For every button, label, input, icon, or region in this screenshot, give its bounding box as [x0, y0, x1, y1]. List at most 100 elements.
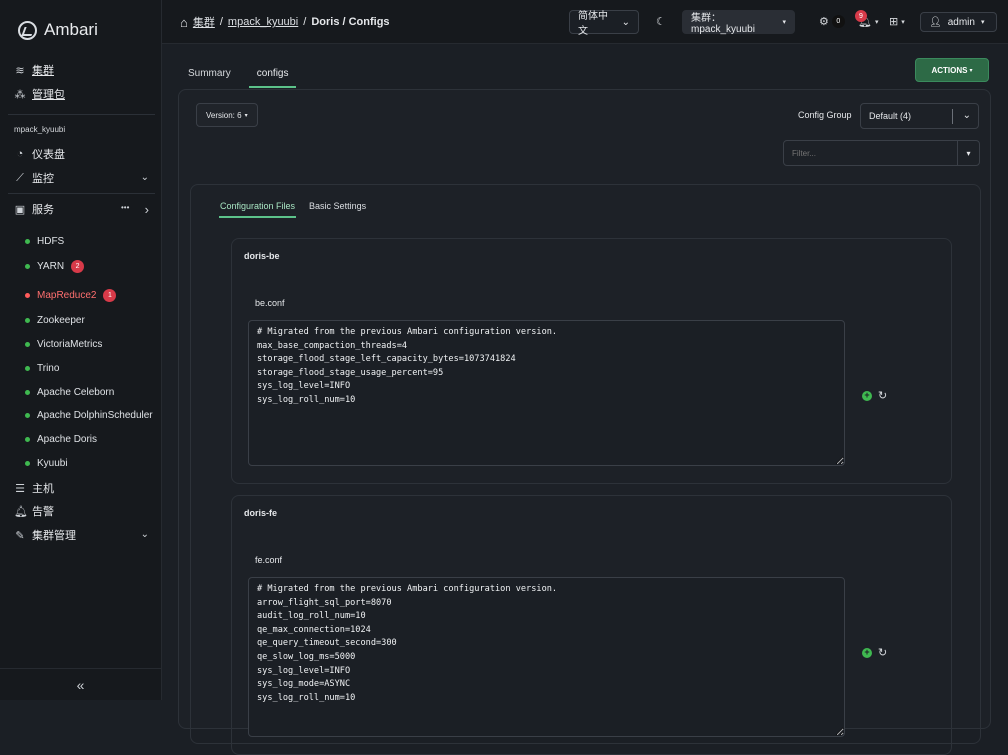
filter-dropdown-button[interactable]: ▾ — [957, 141, 979, 165]
sidebar-item-cluster-admin[interactable]: ✎ 集群管理 — [14, 526, 76, 544]
refresh-icon[interactable]: ↻ — [878, 389, 887, 402]
sidebar-item-hosts[interactable]: ☰ 主机 — [14, 479, 54, 497]
chevron-down-icon[interactable]: ⌄ — [141, 172, 149, 183]
breadcrumb-separator: / — [220, 16, 223, 28]
divider — [8, 193, 155, 194]
file-name: be.conf — [255, 298, 285, 308]
field-actions: + ↻ — [862, 646, 887, 659]
double-chevron-left-icon: « — [77, 677, 85, 693]
config-editor[interactable] — [248, 320, 845, 466]
service-item-yarn[interactable]: YARN2 — [25, 258, 84, 274]
config-editor[interactable] — [248, 577, 845, 737]
cluster-selector-value: 集群：mpack_kyuubi — [691, 9, 776, 35]
sidebar-item-dashboard[interactable]: ◔ 仪表盘 — [14, 145, 65, 163]
caret-down-icon: ▾ — [969, 67, 972, 74]
status-dot — [25, 437, 30, 442]
home-icon[interactable]: ⌂ — [180, 15, 188, 30]
sidebar-item-label: 服务 — [32, 201, 54, 217]
service-item-hdfs[interactable]: HDFS — [25, 233, 64, 249]
subtab-configuration-files[interactable]: Configuration Files — [219, 200, 296, 218]
dashboard-icon: ◔ — [14, 148, 26, 160]
config-section-doris-be: doris-be be.conf + ↻ — [231, 238, 952, 484]
gear-icon: ⚙ — [819, 15, 829, 28]
status-dot — [25, 264, 30, 269]
refresh-icon[interactable]: ↻ — [878, 646, 887, 659]
grid-icon: ⊞ — [889, 15, 898, 28]
service-item-trino[interactable]: Trino — [25, 360, 59, 376]
tab-summary[interactable]: Summary — [180, 66, 239, 88]
field-actions: + ↻ — [862, 389, 887, 402]
main-content: Summary configs ACTIONS ▾ Version: 6 ▾ C… — [162, 44, 1008, 700]
caret-down-icon: ▾ — [875, 18, 879, 26]
user-menu[interactable]: 👤︎ admin ▾ — [920, 12, 997, 32]
caret-down-icon: ▾ — [245, 112, 248, 119]
config-group-select[interactable]: Default (4) ⌄ — [860, 103, 979, 129]
config-group-value: Default (4) — [869, 111, 911, 121]
status-dot — [25, 293, 30, 298]
layers-icon: ≋ — [14, 64, 26, 77]
service-item-victoriametrics[interactable]: VictoriaMetrics — [25, 336, 102, 352]
service-item-mapreduce2[interactable]: MapReduce2 1 — [25, 287, 116, 303]
divider — [952, 109, 953, 124]
section-title: doris-be — [244, 251, 280, 261]
service-label: VictoriaMetrics — [37, 339, 102, 350]
breadcrumb-cluster[interactable]: mpack_kyuubi — [228, 16, 298, 28]
service-item-celeborn[interactable]: Apache Celeborn — [25, 384, 114, 400]
service-tabs: Summary configs — [180, 66, 296, 88]
service-item-zookeeper[interactable]: Zookeeper — [25, 312, 85, 328]
tab-configs[interactable]: configs — [249, 66, 297, 88]
cluster-name: mpack_kyuubi — [14, 125, 65, 134]
filter-group: ▾ — [783, 140, 980, 166]
brand[interactable]: Ambari — [18, 18, 98, 42]
config-files-container: Configuration Files Basic Settings doris… — [190, 184, 981, 744]
breadcrumb-clusters[interactable]: 集群 — [193, 14, 215, 30]
service-label: Trino — [37, 363, 59, 374]
status-dot — [25, 318, 30, 323]
cluster-selector[interactable]: 集群：mpack_kyuubi ▾ — [682, 10, 795, 34]
more-icon[interactable]: ••• — [121, 203, 129, 212]
background-ops-button[interactable]: ⚙ 0 — [819, 15, 845, 28]
sidebar-item-services[interactable]: ▣ 服务 — [14, 200, 54, 218]
subtab-basic-settings[interactable]: Basic Settings — [308, 200, 367, 218]
service-item-kyuubi[interactable]: Kyuubi — [25, 455, 68, 471]
sidebar-item-clusters[interactable]: ≋ 集群 — [14, 61, 54, 79]
chevron-down-icon[interactable]: ⌄ — [141, 529, 149, 540]
theme-toggle-icon[interactable]: ☾ — [656, 15, 666, 28]
ambari-logo-icon — [18, 21, 37, 40]
sidebar-item-alerts[interactable]: 🔔︎ 告警 — [14, 502, 54, 520]
actions-label: ACTIONS — [931, 66, 967, 75]
service-item-dolphinscheduler[interactable]: Apache DolphinScheduler — [25, 407, 153, 423]
divider — [8, 114, 155, 115]
actions-button[interactable]: ACTIONS ▾ — [915, 58, 989, 82]
sidebar-item-label: 主机 — [32, 480, 54, 496]
language-select[interactable]: 简体中文 ⌄ — [569, 10, 639, 34]
topbar: ⌂ 集群 / mpack_kyuubi / Doris / Configs 简体… — [162, 0, 1008, 44]
alerts-button[interactable]: 🔔︎9 ▾ — [858, 15, 878, 28]
language-value: 简体中文 — [578, 7, 616, 37]
status-dot — [25, 342, 30, 347]
breadcrumb-separator: / — [303, 16, 306, 28]
add-override-icon[interactable]: + — [862, 648, 872, 658]
config-subtabs: Configuration Files Basic Settings — [219, 200, 367, 218]
filter-input[interactable] — [784, 149, 959, 158]
user-name: admin — [948, 17, 975, 28]
service-label: Zookeeper — [37, 315, 85, 326]
service-label: YARN — [37, 261, 64, 272]
add-override-icon[interactable]: + — [862, 391, 872, 401]
config-section-doris-fe: doris-fe fe.conf + ↻ — [231, 495, 952, 755]
apps-menu-button[interactable]: ⊞ ▾ — [889, 15, 905, 28]
service-label: MapReduce2 — [37, 290, 96, 301]
sidebar-item-mpacks[interactable]: ⁂ 管理包 — [14, 85, 65, 103]
collapse-sidebar-button[interactable]: « — [0, 668, 161, 700]
sidebar-item-monitoring[interactable]: ⟋ 监控 — [14, 169, 54, 187]
sidebar: Ambari ≋ 集群 ⁂ 管理包 mpack_kyuubi ◔ 仪表盘 ⟋ 监… — [0, 0, 162, 700]
service-label: Apache DolphinScheduler — [37, 410, 153, 421]
version-select[interactable]: Version: 6 ▾ — [196, 103, 258, 127]
service-item-doris[interactable]: Apache Doris — [25, 431, 97, 447]
wrench-icon: ✎ — [14, 529, 26, 542]
server-icon: ☰ — [14, 482, 26, 495]
configs-panel: Version: 6 ▾ Config Group Default (4) ⌄ … — [178, 89, 991, 729]
chevron-right-icon[interactable]: › — [145, 202, 149, 217]
alert-count-badge: 1 — [103, 289, 116, 302]
packages-icon: ⁂ — [14, 88, 26, 101]
